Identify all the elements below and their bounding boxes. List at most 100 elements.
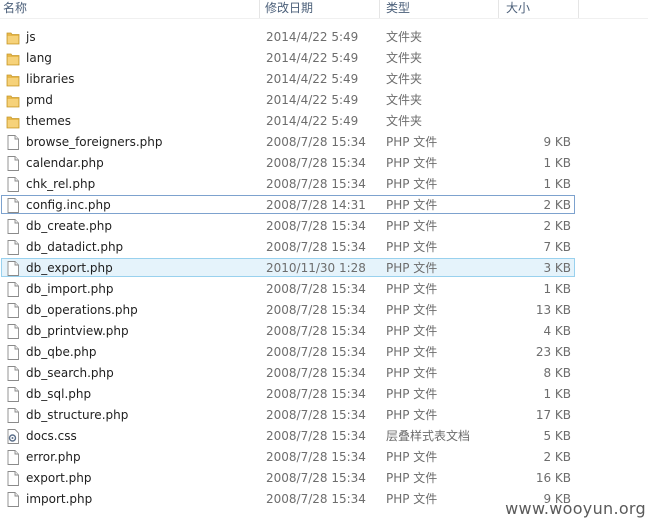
column-divider[interactable] [379,0,380,18]
file-modified: 2008/7/28 15:34 [266,324,366,338]
file-row[interactable]: db_sql.php 2008/7/28 15:34 PHP 文件 1 KB [0,384,648,405]
file-modified: 2008/7/28 15:34 [266,303,366,317]
file-type: 文件夹 [386,51,423,65]
file-modified: 2008/7/28 15:34 [266,219,366,233]
file-modified: 2014/4/22 5:49 [266,51,359,65]
file-name: js [26,30,36,44]
file-row[interactable]: db_qbe.php 2008/7/28 15:34 PHP 文件 23 KB [0,342,648,363]
file-name: db_import.php [26,282,114,296]
file-row[interactable]: libraries 2014/4/22 5:49 文件夹 [0,69,648,90]
file-type: PHP 文件 [386,450,438,464]
file-row[interactable]: calendar.php 2008/7/28 15:34 PHP 文件 1 KB [0,153,648,174]
file-name: calendar.php [26,156,104,170]
file-size: 13 KB [535,303,571,317]
file-name: db_sql.php [26,387,92,401]
file-type: 层叠样式表文档 [386,429,471,443]
file-size: 1 KB [543,156,571,170]
file-modified: 2014/4/22 5:49 [266,72,359,86]
file-row[interactable]: themes 2014/4/22 5:49 文件夹 [0,111,648,132]
file-type: PHP 文件 [386,177,438,191]
file-modified: 2008/7/28 15:34 [266,408,366,422]
file-modified: 2014/4/22 5:49 [266,30,359,44]
file-row[interactable]: db_export.php 2010/11/30 1:28 PHP 文件 3 KB [0,258,648,279]
file-row[interactable]: chk_rel.php 2008/7/28 15:34 PHP 文件 1 KB [0,174,648,195]
file-row[interactable]: db_import.php 2008/7/28 15:34 PHP 文件 1 KB [0,279,648,300]
file-size: 16 KB [535,471,571,485]
file-modified: 2008/7/28 15:34 [266,450,366,464]
file-type: 文件夹 [386,114,423,128]
file-row[interactable]: lang 2014/4/22 5:49 文件夹 [0,48,648,69]
file-name: db_printview.php [26,324,129,338]
file-name: libraries [26,72,75,86]
file-row[interactable]: db_operations.php 2008/7/28 15:34 PHP 文件 13… [0,300,648,321]
file-row[interactable]: db_search.php 2008/7/28 15:34 PHP 文件 8 KB [0,363,648,384]
column-divider[interactable] [259,0,260,18]
file-name: docs.css [26,429,77,443]
file-modified: 2008/7/28 15:34 [266,471,366,485]
file-modified: 2008/7/28 15:34 [266,282,366,296]
file-name: db_qbe.php [26,345,97,359]
file-row[interactable]: docs.css 2008/7/28 15:34 层叠样式表文档 5 KB [0,426,648,447]
file-size: 1 KB [543,387,571,401]
file-size: 9 KB [543,135,571,149]
file-modified: 2008/7/28 15:34 [266,429,366,443]
file-type: PHP 文件 [386,219,438,233]
file-size: 1 KB [543,177,571,191]
file-modified: 2008/7/28 15:34 [266,177,366,191]
file-type: PHP 文件 [386,324,438,338]
file-explorer-window: 名称 修改日期 类型 大小 js 2014/4/22 5:49 文件夹 lang 201… [0,0,648,519]
file-name: export.php [26,471,92,485]
file-type: 文件夹 [386,72,423,86]
file-row[interactable]: db_datadict.php 2008/7/28 15:34 PHP 文件 7 KB [0,237,648,258]
file-modified: 2008/7/28 15:34 [266,366,366,380]
column-divider[interactable] [578,0,579,18]
file-name: import.php [26,492,93,506]
file-size: 2 KB [543,198,571,212]
file-type: PHP 文件 [386,492,438,506]
file-size: 2 KB [543,219,571,233]
file-row[interactable]: config.inc.php 2008/7/28 14:31 PHP 文件 2 KB [0,195,648,216]
file-name: browse_foreigners.php [26,135,163,149]
file-row[interactable]: pmd 2014/4/22 5:49 文件夹 [0,90,648,111]
file-name: config.inc.php [26,198,111,212]
file-type: PHP 文件 [386,240,438,254]
file-modified: 2014/4/22 5:49 [266,93,359,107]
file-row[interactable]: db_create.php 2008/7/28 15:34 PHP 文件 2 KB [0,216,648,237]
file-modified: 2008/7/28 15:34 [266,156,366,170]
file-type: PHP 文件 [386,366,438,380]
column-header-size[interactable]: 大小 [506,0,530,18]
file-row[interactable]: db_printview.php 2008/7/28 15:34 PHP 文件 4 K… [0,321,648,342]
file-modified: 2008/7/28 14:31 [266,198,366,212]
file-row[interactable]: export.php 2008/7/28 15:34 PHP 文件 16 KB [0,468,648,489]
file-type: PHP 文件 [386,198,438,212]
file-type: 文件夹 [386,93,423,107]
column-divider[interactable] [498,0,499,18]
file-type: PHP 文件 [386,345,438,359]
file-name: db_structure.php [26,408,129,422]
file-name: lang [26,51,52,65]
file-type: PHP 文件 [386,156,438,170]
file-size: 4 KB [543,324,571,338]
file-row[interactable]: js 2014/4/22 5:49 文件夹 [0,27,648,48]
file-modified: 2008/7/28 15:34 [266,345,366,359]
file-name: db_search.php [26,366,114,380]
file-name: db_operations.php [26,303,138,317]
file-size: 3 KB [543,261,571,275]
column-header-name[interactable]: 名称 [3,0,27,18]
file-modified: 2014/4/22 5:49 [266,114,359,128]
file-type: PHP 文件 [386,387,438,401]
file-name: themes [26,114,72,128]
file-row[interactable]: browse_foreigners.php 2008/7/28 15:34 PHP … [0,132,648,153]
column-header-modified[interactable]: 修改日期 [265,0,313,18]
file-type: PHP 文件 [386,303,438,317]
file-modified: 2008/7/28 15:34 [266,387,366,401]
file-modified: 2008/7/28 15:34 [266,240,366,254]
file-row[interactable]: db_structure.php 2008/7/28 15:34 PHP 文件 17 … [0,405,648,426]
file-list: js 2014/4/22 5:49 文件夹 lang 2014/4/22 5:49 文件夹… [0,27,648,510]
file-size: 2 KB [543,450,571,464]
column-header-type[interactable]: 类型 [386,0,410,18]
file-row[interactable]: error.php 2008/7/28 15:34 PHP 文件 2 KB [0,447,648,468]
file-size: 5 KB [543,429,571,443]
file-type: PHP 文件 [386,282,438,296]
watermark-text: www.wooyun.org [505,499,646,518]
